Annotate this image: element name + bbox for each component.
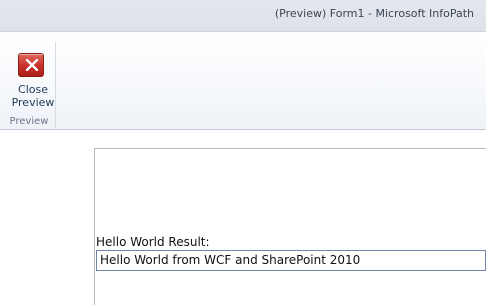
group-label: Preview [9, 116, 49, 127]
title-bar: (Preview) Form1 - Microsoft InfoPath [0, 0, 486, 32]
form-canvas: Hello World Result: Hello World from WCF… [0, 131, 486, 305]
close-icon [18, 53, 44, 77]
field-label: Hello World Result: [96, 235, 210, 249]
close-preview-label-line2: Preview [11, 96, 55, 109]
window-title: (Preview) Form1 - Microsoft InfoPath [274, 7, 474, 20]
form-area: Hello World Result: Hello World from WCF… [94, 148, 486, 305]
close-preview-label-line1: Close [18, 83, 48, 96]
close-preview-button[interactable]: Close Preview [4, 42, 56, 109]
result-text-field[interactable]: Hello World from WCF and SharePoint 2010 [96, 250, 486, 271]
close-preview-label: Close Preview [4, 83, 62, 109]
ribbon: Close Preview Preview [0, 32, 486, 130]
ribbon-group-preview: Close Preview Preview [2, 42, 56, 128]
